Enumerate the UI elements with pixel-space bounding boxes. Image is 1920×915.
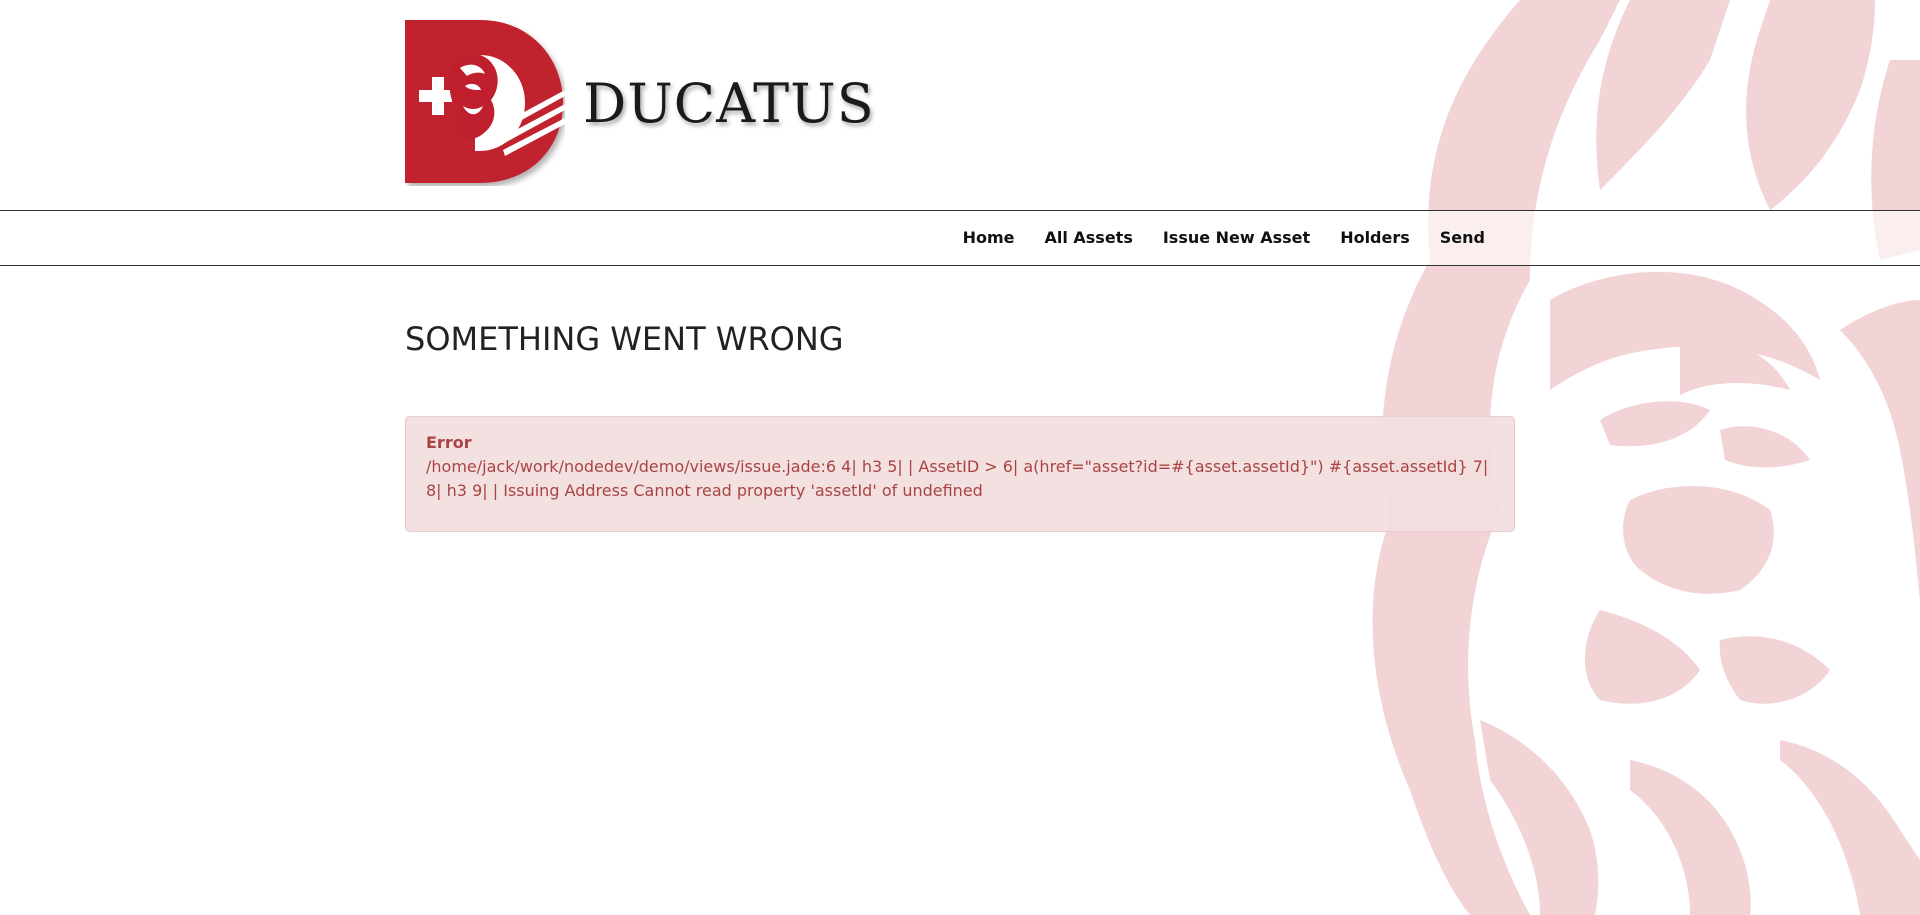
nav-link-send[interactable]: Send — [1425, 211, 1500, 265]
main-content: SOMETHING WENT WRONG Error /home/jack/wo… — [405, 320, 1515, 532]
nav-item-home: Home — [948, 211, 1030, 265]
page: DUCATUS Home All Assets Issue New Asset … — [0, 0, 1920, 915]
ducatus-lion-d-logo-icon — [405, 20, 565, 183]
nav-link-holders[interactable]: Holders — [1325, 211, 1425, 265]
main-navbar: Home All Assets Issue New Asset Holders … — [0, 210, 1920, 266]
error-title: Error — [426, 433, 472, 452]
nav-menu: Home All Assets Issue New Asset Holders … — [948, 211, 1500, 265]
nav-item-send: Send — [1425, 211, 1500, 265]
nav-item-holders: Holders — [1325, 211, 1425, 265]
nav-item-all-assets: All Assets — [1029, 211, 1147, 265]
nav-link-issue-new-asset[interactable]: Issue New Asset — [1148, 211, 1325, 265]
nav-link-all-assets[interactable]: All Assets — [1029, 211, 1147, 265]
nav-link-home[interactable]: Home — [948, 211, 1030, 265]
nav-item-issue-new-asset: Issue New Asset — [1148, 211, 1325, 265]
page-title: SOMETHING WENT WRONG — [405, 320, 844, 358]
brand-logo[interactable]: DUCATUS — [405, 20, 874, 190]
error-alert: Error /home/jack/work/nodedev/demo/views… — [405, 416, 1515, 532]
header: DUCATUS — [0, 0, 1920, 210]
brand-name: DUCATUS — [583, 72, 875, 135]
error-message: /home/jack/work/nodedev/demo/views/issue… — [426, 457, 1489, 500]
